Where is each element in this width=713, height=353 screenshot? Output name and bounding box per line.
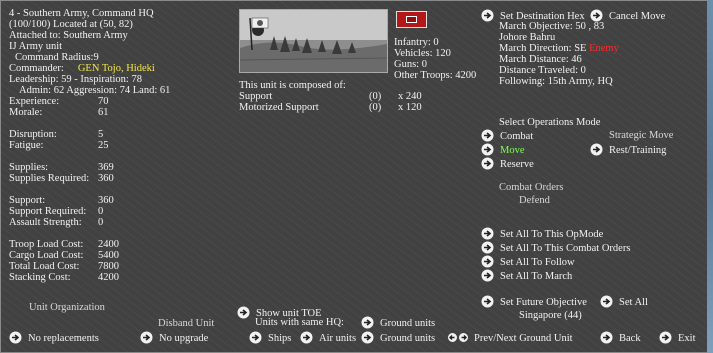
set-all-opmode-button[interactable]: Set All To This OpMode xyxy=(481,227,603,241)
right-arrow-circle-icon xyxy=(300,331,313,344)
ground-units-label: Ground units xyxy=(380,333,436,344)
no-upgrade-button[interactable]: No upgrade xyxy=(140,331,208,345)
ops-combat-label: Combat xyxy=(500,131,534,142)
right-arrow-circle-icon xyxy=(481,9,494,22)
ops-mode-header: Select Operations Mode xyxy=(499,117,601,128)
right-arrow-circle-icon xyxy=(481,295,494,308)
set-all-button[interactable]: Set All xyxy=(600,295,648,309)
prev-next-ground-unit-label: Prev/Next Ground Unit xyxy=(474,333,573,344)
stat-label: Supplies Required: xyxy=(9,173,90,184)
ops-rest-button[interactable]: Rest/Training xyxy=(590,143,666,157)
set-all-label: Set All xyxy=(619,297,648,308)
exit-button[interactable]: Exit xyxy=(659,331,696,345)
ops-move-label: Move xyxy=(500,145,525,156)
left-arrow-circle-icon xyxy=(448,331,457,344)
combat-orders-value[interactable]: Defend xyxy=(519,194,550,207)
attached-to-link[interactable]: Southern Army xyxy=(63,30,127,41)
right-arrow-circle-icon xyxy=(481,241,494,254)
stat-value: 360 xyxy=(98,173,114,184)
ground-units-hq-label: Ground units xyxy=(380,318,436,329)
march-direction-enemy: Enemy xyxy=(589,43,619,54)
stat-value: 61 xyxy=(98,107,109,118)
stat-label: Morale: xyxy=(9,107,43,118)
right-arrow-circle-icon xyxy=(249,331,262,344)
set-all-combat-orders-label: Set All To This Combat Orders xyxy=(500,243,631,254)
right-arrow-circle-icon xyxy=(140,331,153,344)
unit-info-panel: 4 - Southern Army, Command HQ (100/100) … xyxy=(0,0,713,353)
right-arrow-circle-icon xyxy=(481,255,494,268)
set-future-objective-button[interactable]: Set Future Objective xyxy=(481,295,587,309)
right-arrow-circle-icon xyxy=(659,331,672,344)
stat-label: Stacking Cost: xyxy=(9,272,71,283)
back-button[interactable]: Back xyxy=(600,331,641,345)
composition-row-name: Motorized Support xyxy=(239,102,319,113)
map-edge xyxy=(707,0,713,353)
ops-reserve-label: Reserve xyxy=(500,159,534,170)
cancel-move-label: Cancel Move xyxy=(609,11,666,22)
unit-flag-icon[interactable] xyxy=(396,11,427,28)
right-arrow-circle-icon xyxy=(481,157,494,170)
right-arrow-circle-icon xyxy=(459,331,468,344)
ops-strategic-label: Strategic Move xyxy=(609,130,674,141)
right-arrow-circle-icon xyxy=(481,129,494,142)
right-arrow-circle-icon xyxy=(361,316,374,329)
stat-label: Assault Strength: xyxy=(9,217,82,228)
ships-label: Ships xyxy=(268,333,292,344)
composition-row-count: (0) xyxy=(369,102,382,113)
right-arrow-circle-icon xyxy=(9,331,22,344)
ops-reserve-button[interactable]: Reserve xyxy=(481,157,534,171)
ships-button[interactable]: Ships xyxy=(249,331,291,345)
right-arrow-circle-icon xyxy=(481,227,494,240)
set-future-objective-label: Set Future Objective xyxy=(500,297,587,308)
right-arrow-circle-icon xyxy=(237,306,250,319)
unit-photo xyxy=(239,9,388,73)
following: Following: 15th Army, HQ xyxy=(499,76,613,87)
right-arrow-circle-icon xyxy=(481,143,494,156)
right-arrow-circle-icon xyxy=(600,331,613,344)
air-units-button[interactable]: Air units xyxy=(300,331,356,345)
set-all-combat-orders-button[interactable]: Set All To This Combat Orders xyxy=(481,241,630,255)
no-upgrade-label: No upgrade xyxy=(159,333,209,344)
ground-units-hq-button[interactable]: Ground units xyxy=(361,316,435,330)
no-replacements-label: No replacements xyxy=(28,333,99,344)
ops-combat-button[interactable]: Combat xyxy=(481,129,533,143)
back-label: Back xyxy=(619,333,641,344)
stat-label: Fatigue: xyxy=(9,140,44,151)
right-arrow-circle-icon xyxy=(590,143,603,156)
same-hq-label: Units with same HQ: xyxy=(255,317,344,328)
stat-value: 4200 xyxy=(98,272,119,283)
ops-move-button[interactable]: Move xyxy=(481,143,525,157)
exit-label: Exit xyxy=(678,333,696,344)
prev-next-ground-unit-button[interactable]: Prev/Next Ground Unit xyxy=(448,331,573,345)
set-all-opmode-label: Set All To This OpMode xyxy=(500,229,604,240)
right-arrow-circle-icon xyxy=(361,331,374,344)
ops-rest-label: Rest/Training xyxy=(609,145,667,156)
set-all-march-button[interactable]: Set All To March xyxy=(481,269,572,283)
air-units-label: Air units xyxy=(319,333,357,344)
other-troops-count: Other Troops: 4200 xyxy=(394,70,477,81)
composition-row-qty: x 120 xyxy=(398,102,422,113)
set-all-follow-label: Set All To Follow xyxy=(500,257,575,268)
combat-orders-header: Combat Orders xyxy=(499,182,564,193)
right-arrow-circle-icon xyxy=(481,269,494,282)
no-replacements-button[interactable]: No replacements xyxy=(9,331,99,345)
unit-organization-label: Unit Organization xyxy=(29,302,105,313)
right-arrow-circle-icon xyxy=(600,295,613,308)
stat-value: 25 xyxy=(98,140,109,151)
ground-units-button[interactable]: Ground units xyxy=(361,331,435,345)
unit-photo-image xyxy=(240,10,387,72)
disband-unit-label[interactable]: Disband Unit xyxy=(158,317,214,330)
set-all-march-label: Set All To March xyxy=(500,271,573,282)
set-all-follow-button[interactable]: Set All To Follow xyxy=(481,255,575,269)
stat-value: 0 xyxy=(98,217,104,228)
future-objective-value: Singapore (44) xyxy=(519,310,582,321)
